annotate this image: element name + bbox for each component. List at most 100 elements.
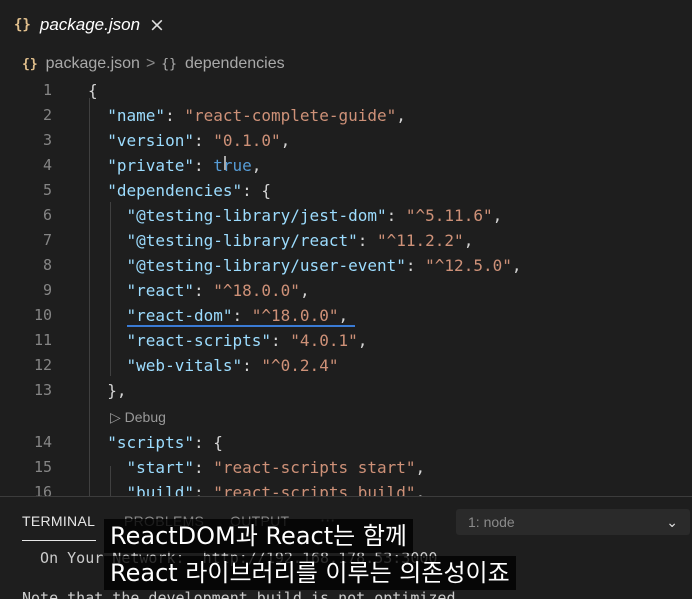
chevron-down-icon: ⌄ bbox=[666, 514, 678, 530]
code-line[interactable]: 8 "@testing-library/user-event": "^12.5.… bbox=[0, 253, 692, 278]
braces-icon: {} bbox=[14, 17, 31, 33]
subtitle-line-1: ReactDOM과 React는 함께 bbox=[104, 519, 414, 553]
code-token: "react-complete-guide" bbox=[184, 106, 397, 125]
code-token: : { bbox=[193, 433, 223, 452]
code-token: , bbox=[396, 106, 406, 125]
code-text: "web-vitals": "^0.2.4" bbox=[88, 353, 339, 378]
code-token: "4.0.1" bbox=[290, 331, 358, 350]
line-number: 15 bbox=[33, 458, 52, 476]
code-line[interactable]: 3 "version": "0.1.0", bbox=[0, 128, 692, 153]
code-token: { bbox=[88, 81, 98, 100]
code-token: "react-scripts start" bbox=[213, 458, 416, 477]
line-number: 13 bbox=[33, 381, 52, 399]
code-token: : bbox=[357, 231, 377, 250]
code-token: "name" bbox=[107, 106, 166, 125]
line-number: 3 bbox=[42, 131, 52, 149]
code-editor[interactable]: 1{2 "name": "react-complete-guide", 3 "ve… bbox=[0, 78, 692, 496]
code-token: "react-dom" bbox=[126, 306, 233, 325]
code-token: : bbox=[193, 483, 214, 496]
code-line[interactable]: 1{ bbox=[0, 78, 692, 103]
code-token: : bbox=[193, 131, 214, 150]
code-token: "^11.2.2" bbox=[376, 231, 464, 250]
code-text: "start": "react-scripts start", bbox=[88, 455, 426, 480]
code-line[interactable]: 14 "scripts": { bbox=[0, 430, 692, 455]
code-text: "@testing-library/jest-dom": "^5.11.6", bbox=[88, 203, 503, 228]
code-text: "react-scripts": "4.0.1", bbox=[88, 328, 368, 353]
code-line[interactable]: 4 "private": true, bbox=[0, 153, 692, 178]
code-text: "@testing-library/react": "^11.2.2", bbox=[88, 228, 474, 253]
text-cursor-icon bbox=[224, 156, 226, 170]
highlight-underline bbox=[127, 325, 355, 327]
code-token: "react-scripts" bbox=[126, 331, 272, 350]
code-token: : bbox=[193, 156, 214, 175]
code-token: "react-scripts build" bbox=[213, 483, 416, 496]
line-number: 5 bbox=[42, 181, 52, 199]
line-number: 2 bbox=[42, 106, 52, 124]
code-token: : bbox=[193, 281, 214, 300]
code-text: "version": "0.1.0", bbox=[88, 128, 290, 153]
terminal-select-value: 1: node bbox=[468, 514, 515, 530]
code-token: true bbox=[213, 156, 252, 175]
code-line[interactable]: 12 "web-vitals": "^0.2.4" bbox=[0, 353, 692, 378]
code-line[interactable]: 9 "react": "^18.0.0", bbox=[0, 278, 692, 303]
code-line[interactable]: 6 "@testing-library/jest-dom": "^5.11.6"… bbox=[0, 203, 692, 228]
line-number: 8 bbox=[42, 256, 52, 274]
code-token: "version" bbox=[107, 131, 194, 150]
debug-codelens[interactable]: ▷ Debug bbox=[110, 406, 166, 428]
code-line[interactable]: 2 "name": "react-complete-guide", bbox=[0, 103, 692, 128]
code-token: , bbox=[299, 281, 310, 300]
breadcrumb-symbol[interactable]: dependencies bbox=[185, 55, 285, 73]
code-token: , bbox=[463, 231, 474, 250]
close-icon[interactable]: × bbox=[149, 14, 165, 36]
code-line[interactable]: 13 }, bbox=[0, 378, 692, 403]
code-token: "0.1.0" bbox=[213, 131, 281, 150]
code-line[interactable]: 16 "build": "react-scripts build", bbox=[0, 480, 692, 496]
code-token: "^0.2.4" bbox=[261, 356, 339, 375]
terminal-line: Note that the development build is not o… bbox=[22, 589, 465, 599]
code-token: , bbox=[357, 331, 368, 350]
line-number: 16 bbox=[33, 483, 52, 496]
code-token: , bbox=[511, 256, 522, 275]
code-token: : bbox=[232, 306, 252, 325]
code-line[interactable]: 5 "dependencies": { bbox=[0, 178, 692, 203]
object-symbol-icon: {} bbox=[161, 56, 177, 72]
breadcrumb: {} package.json > {} dependencies bbox=[0, 50, 692, 78]
code-text: }, bbox=[88, 378, 126, 403]
braces-icon: {} bbox=[22, 56, 38, 72]
code-token: , bbox=[251, 156, 262, 175]
tab-terminal[interactable]: TERMINAL bbox=[22, 513, 95, 529]
subtitle-line-2: React 라이브러리를 이루는 의존성이죠 bbox=[104, 556, 516, 590]
code-line[interactable]: 11 "react-scripts": "4.0.1", bbox=[0, 328, 692, 353]
code-token: "@testing-library/user-event" bbox=[126, 256, 406, 275]
line-number: 14 bbox=[33, 433, 52, 451]
code-text: "name": "react-complete-guide", bbox=[88, 103, 406, 128]
code-line[interactable]: 7 "@testing-library/react": "^11.2.2", bbox=[0, 228, 692, 253]
code-text: "build": "react-scripts build", bbox=[88, 480, 426, 496]
terminal-select[interactable]: 1: node ⌄ bbox=[456, 509, 690, 535]
code-token: "scripts" bbox=[107, 433, 194, 452]
code-token: , bbox=[338, 306, 349, 325]
line-number: 10 bbox=[33, 306, 52, 324]
code-token: : bbox=[193, 458, 214, 477]
code-line[interactable]: 15 "start": "react-scripts start", bbox=[0, 455, 692, 480]
code-token: : { bbox=[242, 181, 272, 200]
code-text: "@testing-library/user-event": "^12.5.0"… bbox=[88, 253, 522, 278]
line-number: 9 bbox=[42, 281, 52, 299]
code-token: "@testing-library/react" bbox=[126, 231, 358, 250]
code-token: , bbox=[492, 206, 503, 225]
code-token: , bbox=[415, 483, 426, 496]
breadcrumb-file[interactable]: package.json bbox=[46, 55, 140, 73]
tab-package-json[interactable]: {} package.json × bbox=[0, 0, 182, 50]
code-token: "react" bbox=[126, 281, 194, 300]
active-tab-underline bbox=[22, 540, 96, 541]
